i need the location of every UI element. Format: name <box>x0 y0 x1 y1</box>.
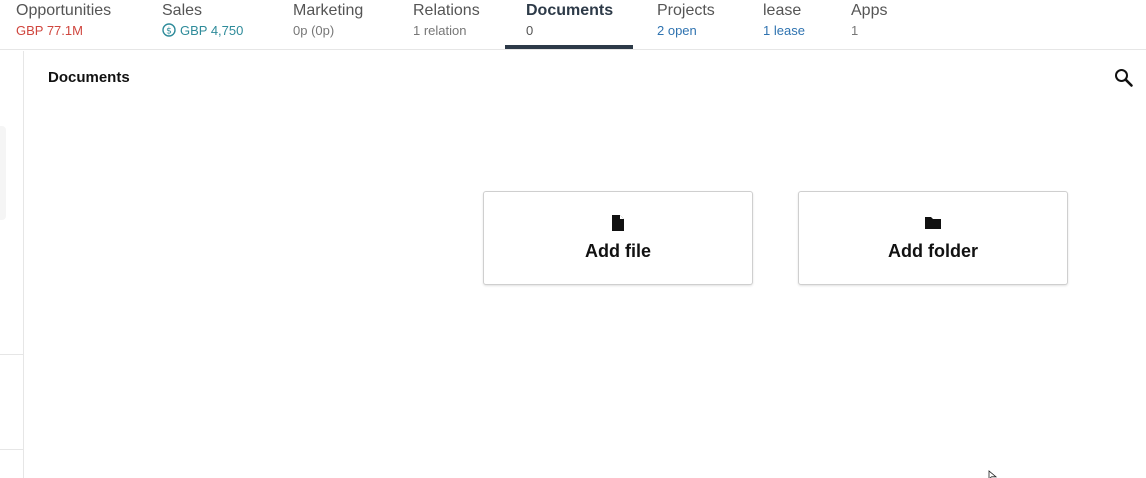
coin-icon: $ <box>162 23 176 37</box>
svg-text:$: $ <box>166 27 172 37</box>
tab-count: 1 relation <box>413 23 467 38</box>
tab-label: Projects <box>657 2 715 19</box>
tab-label: Apps <box>851 2 888 19</box>
panel-title: Documents <box>48 69 130 86</box>
left-rail <box>0 51 24 478</box>
tab-label: Marketing <box>293 2 364 19</box>
rail-divider <box>0 449 24 450</box>
file-icon <box>612 215 624 231</box>
add-folder-label: Add folder <box>888 241 978 261</box>
search-button[interactable] <box>1113 67 1135 89</box>
record-tab-bar: Opportunities GBP 77.1M Sales $ GBP 4,75… <box>0 0 1146 50</box>
mouse-cursor-icon <box>988 470 998 478</box>
search-icon <box>1115 69 1133 87</box>
folder-icon <box>925 217 941 229</box>
tab-label: Relations <box>413 2 480 19</box>
tab-count-wrap: $ GBP 4,750 <box>162 23 243 38</box>
add-file-label: Add file <box>585 241 651 261</box>
tab-count: 1 lease <box>763 23 805 38</box>
tab-count: 0 <box>526 23 534 38</box>
rail-card <box>0 126 6 220</box>
add-folder-button[interactable]: Add folder <box>798 191 1068 285</box>
tab-count: 2 open <box>657 23 697 38</box>
tab-count: GBP 4,750 <box>180 23 244 38</box>
tab-label: Opportunities <box>16 2 112 19</box>
rail-divider <box>0 354 24 355</box>
tab-count: GBP 77.1M <box>16 23 83 38</box>
tab-label: Documents <box>526 2 614 19</box>
tab-count: 1 <box>851 23 859 38</box>
tab-label: lease <box>763 2 802 19</box>
tab-count: 0p (0p) <box>293 23 335 38</box>
active-tab-indicator <box>505 45 633 49</box>
tab-label: Sales <box>162 2 203 19</box>
add-file-button[interactable]: Add file <box>483 191 753 285</box>
